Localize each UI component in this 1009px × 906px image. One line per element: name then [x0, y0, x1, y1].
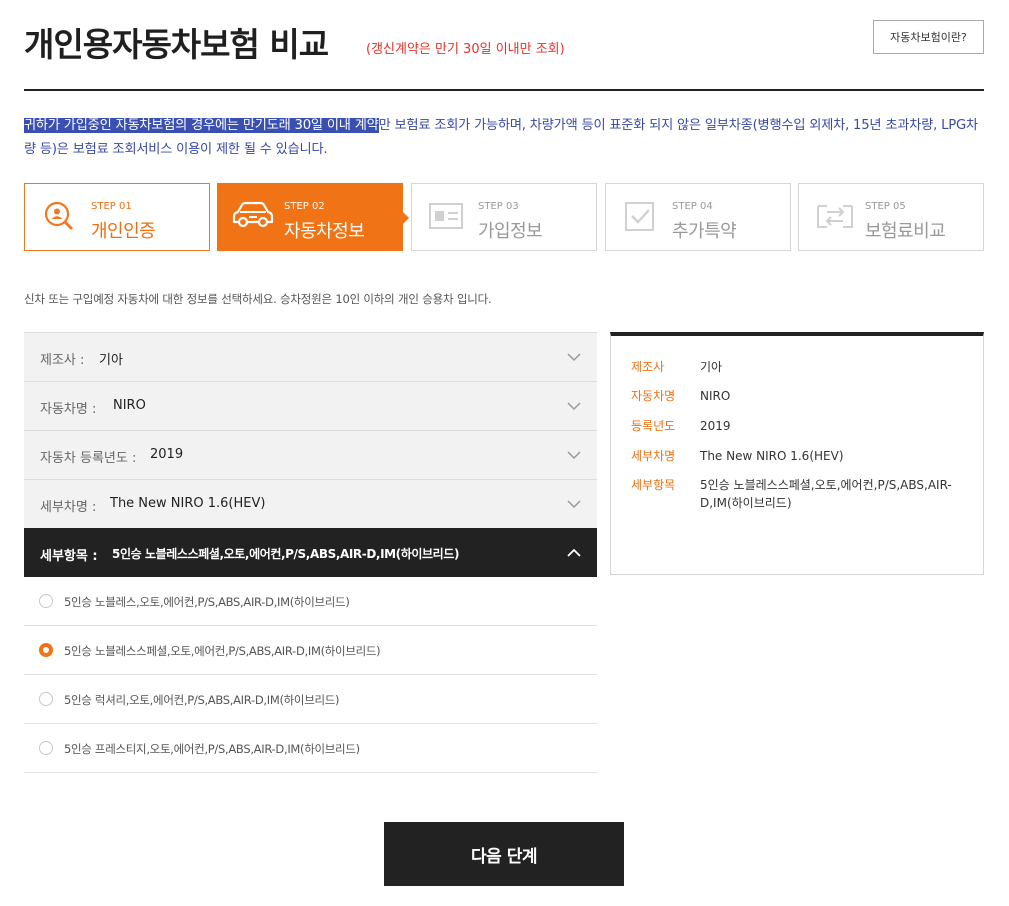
step-indicator: STEP 01 개인인증 STEP 02 자동차정보 STEP 03 가입정보 …: [24, 183, 984, 251]
registration-year-select[interactable]: 자동차 등록년도 : 2019: [24, 430, 597, 479]
step-number: STEP 05: [865, 201, 906, 212]
car-name-select[interactable]: 자동차명 : NIRO: [24, 381, 597, 430]
field-value: 기아: [99, 353, 123, 368]
step-5: STEP 05 보험료비교: [798, 183, 984, 251]
summary-key: 세부차명: [631, 449, 676, 463]
detail-options-list: 5인승 노블레스,오토,에어컨,P/S,ABS,AIR-D,IM(하이브리드) …: [24, 577, 597, 773]
step-number: STEP 02: [284, 201, 325, 212]
detail-option[interactable]: 5인승 노블레스,오토,에어컨,P/S,ABS,AIR-D,IM(하이브리드): [24, 577, 597, 626]
step-number: STEP 03: [478, 201, 519, 212]
field-key: 자동차 등록년도 :: [40, 451, 137, 466]
field-value: The New NIRO 1.6(HEV): [110, 496, 266, 511]
summary-value: 기아: [700, 360, 723, 374]
summary-value: NIRO: [700, 389, 731, 403]
page-title: 개인용자동차보험 비교: [24, 25, 329, 64]
summary-key: 등록년도: [631, 419, 676, 433]
detail-option[interactable]: 5인승 럭셔리,오토,에어컨,P/S,ABS,AIR-D,IM(하이브리드): [24, 675, 597, 724]
chevron-down-icon: [567, 447, 581, 461]
vehicle-accordion: 제조사 : 기아 자동차명 : NIRO 자동차 등록년도 : 2019 세부차…: [24, 332, 597, 773]
step-number: STEP 01: [91, 201, 132, 212]
id-card-icon: [428, 198, 464, 234]
step-number: STEP 04: [672, 201, 713, 212]
field-key: 제조사 :: [40, 353, 85, 368]
summary-key: 세부항목: [631, 478, 676, 492]
page-subtitle: (갱신계약은 만기 30일 이내만 조회): [366, 42, 565, 57]
option-label: 5인승 노블레스스페셜,오토,에어컨,P/S,ABS,AIR-D,IM(하이브리…: [64, 644, 381, 658]
field-value: NIRO: [113, 398, 146, 413]
radio-button-selected[interactable]: [39, 643, 53, 657]
field-key: 자동차명 :: [40, 402, 97, 417]
vehicle-summary-panel: 제조사 기아 자동차명 NIRO 등록년도 2019 세부차명 The New …: [610, 332, 984, 575]
radio-button[interactable]: [39, 741, 53, 755]
step-4: STEP 04 추가특약: [605, 183, 791, 251]
trim-name-select[interactable]: 세부차명 : The New NIRO 1.6(HEV): [24, 479, 597, 528]
manufacturer-select[interactable]: 제조사 : 기아: [24, 332, 597, 381]
field-key: 세부항목 :: [40, 549, 98, 564]
chevron-down-icon: [567, 349, 581, 363]
field-value: 5인승 노블레스스페셜,오토,에어컨,P/S,ABS,AIR-D,IM(하이브리…: [112, 547, 460, 561]
summary-key: 제조사: [631, 360, 665, 374]
detail-option[interactable]: 5인승 노블레스스페셜,오토,에어컨,P/S,ABS,AIR-D,IM(하이브리…: [24, 626, 597, 675]
chevron-down-icon: [567, 496, 581, 510]
title-row: 개인용자동차보험 비교 (갱신계약은 만기 30일 이내만 조회) 자동차보험이…: [24, 14, 984, 74]
summary-value: The New NIRO 1.6(HEV): [700, 449, 844, 463]
checkbox-icon: [622, 198, 658, 234]
summary-key: 자동차명: [631, 389, 676, 403]
notice-highlight: 귀하가 가입중인 자동차보험의 경우에는 만기도래 30일 이내 계약: [24, 118, 379, 133]
field-value: 2019: [150, 447, 184, 462]
summary-value: 5인승 노블레스스페셜,오토,에어컨,P/S,ABS,AIR-D,IM(하이브리…: [700, 478, 952, 510]
field-key: 세부차명 :: [40, 500, 97, 515]
what-is-car-insurance-button[interactable]: 자동차보험이란?: [873, 20, 984, 54]
step-label: 추가특약: [672, 221, 737, 242]
step-label: 자동차정보: [284, 221, 365, 242]
chevron-down-icon: [567, 398, 581, 412]
option-label: 5인승 프레스티지,오토,에어컨,P/S,ABS,AIR-D,IM(하이브리드): [64, 742, 360, 756]
step-1: STEP 01 개인인증: [24, 183, 210, 251]
compare-icon: [815, 198, 853, 234]
notice-text: 귀하가 가입중인 자동차보험의 경우에는 만기도래 30일 이내 계약만 보험료…: [24, 114, 986, 162]
step-label: 가입정보: [478, 221, 543, 242]
step-label: 보험료비교: [865, 221, 946, 242]
chevron-up-icon: [567, 545, 581, 559]
guide-text: 신차 또는 구입예정 자동차에 대한 정보를 선택하세요. 승차정원은 10인 …: [24, 292, 492, 306]
radio-button[interactable]: [39, 692, 53, 706]
radio-button[interactable]: [39, 594, 53, 608]
next-step-button[interactable]: 다음 단계: [384, 822, 624, 886]
step-2: STEP 02 자동차정보: [217, 183, 409, 251]
option-label: 5인승 노블레스,오토,에어컨,P/S,ABS,AIR-D,IM(하이브리드): [64, 595, 350, 609]
car-icon: [230, 198, 276, 234]
person-search-icon: [41, 198, 77, 234]
summary-value: 2019: [700, 419, 731, 433]
step-3: STEP 03 가입정보: [411, 183, 597, 251]
detail-item-select[interactable]: 세부항목 : 5인승 노블레스스페셜,오토,에어컨,P/S,ABS,AIR-D,…: [24, 528, 597, 577]
detail-option[interactable]: 5인승 프레스티지,오토,에어컨,P/S,ABS,AIR-D,IM(하이브리드): [24, 724, 597, 773]
option-label: 5인승 럭셔리,오토,에어컨,P/S,ABS,AIR-D,IM(하이브리드): [64, 693, 340, 707]
step-label: 개인인증: [91, 221, 156, 242]
title-divider: [24, 89, 984, 91]
